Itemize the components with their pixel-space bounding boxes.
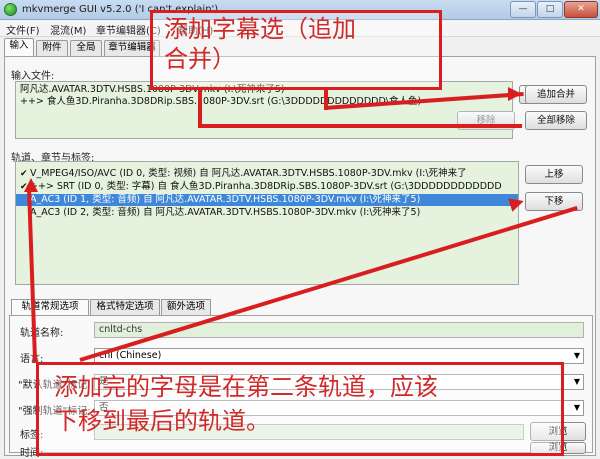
remove-all-button[interactable]: 全部移除 xyxy=(525,111,587,130)
track-item[interactable]: A_AC3 (ID 2, 类型: 音频) 自 阿凡达.AVATAR.3DTV.H… xyxy=(16,207,518,219)
move-up-button[interactable]: 上移 xyxy=(525,165,583,184)
track-label: ++> SRT (ID 0, 类型: 字幕) 自 食人鱼3D.Piranha.3… xyxy=(30,181,502,192)
minimize-button[interactable]: — xyxy=(510,1,536,18)
annotation-text-top: 添加字幕选（追加 合并） xyxy=(164,15,356,73)
track-label: V_MPEG4/ISO/AVC (ID 0, 类型: 视频) 自 阿凡达.AVA… xyxy=(30,168,467,179)
track-item[interactable]: ✔ V_MPEG4/ISO/AVC (ID 0, 类型: 视频) 自 阿凡达.AV… xyxy=(16,168,518,180)
track-name-label: 轨道名称: xyxy=(20,328,64,339)
tab-global[interactable]: 全局 xyxy=(70,40,102,56)
tab-track-general[interactable]: 轨道常规选项 xyxy=(11,299,89,315)
chevron-down-icon: ▼ xyxy=(573,377,580,386)
menu-file[interactable]: 文件(F) xyxy=(6,22,40,37)
chevron-down-icon: ▼ xyxy=(573,403,580,412)
tracks-list[interactable]: ✔ V_MPEG4/ISO/AVC (ID 0, 类型: 视频) 自 阿凡达.AV… xyxy=(15,161,519,285)
tab-extra-options[interactable]: 额外选项 xyxy=(161,299,211,315)
tab-attachments[interactable]: 附件 xyxy=(36,40,68,56)
track-item[interactable]: ✔ ++> SRT (ID 0, 类型: 字幕) 自 食人鱼3D.Piranha.… xyxy=(16,181,518,193)
app-icon xyxy=(4,3,17,16)
annotation-arrow xyxy=(198,90,202,128)
arrowhead-icon xyxy=(24,178,38,192)
append-button[interactable]: 追加合并 xyxy=(525,85,587,104)
tab-input[interactable]: 输入 xyxy=(4,38,34,56)
annotation-text-bottom: 添加完的字母是在第二条轨道，应该 下移到最后的轨道。 xyxy=(54,373,438,435)
track-label: A_AC3 (ID 2, 类型: 音频) 自 阿凡达.AVATAR.3DTV.H… xyxy=(30,207,421,218)
track-item-selected[interactable]: A_AC3 (ID 1, 类型: 音频) 自 阿凡达.AVATAR.3DTV.H… xyxy=(16,194,518,206)
tab-format-specific[interactable]: 格式特定选项 xyxy=(90,299,160,315)
chevron-down-icon: ▼ xyxy=(573,351,580,360)
maximize-button[interactable]: □ xyxy=(537,1,563,18)
arrowhead-icon xyxy=(508,87,522,101)
close-button[interactable]: ✕ xyxy=(564,1,598,18)
input-files-label: 输入文件: xyxy=(11,71,55,82)
annotation-arrow xyxy=(198,124,522,128)
track-label: A_AC3 (ID 1, 类型: 音频) 自 阿凡达.AVATAR.3DTV.H… xyxy=(30,194,421,205)
menu-mux[interactable]: 混流(M) xyxy=(50,22,86,37)
